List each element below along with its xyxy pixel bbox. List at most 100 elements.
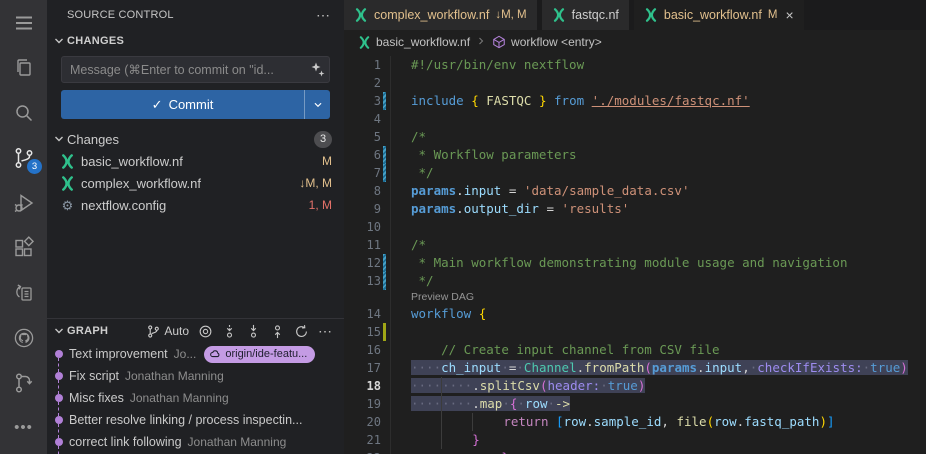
code-line[interactable]: 4 xyxy=(344,110,926,128)
code-line-content: } xyxy=(391,431,926,449)
tab-complex_workflow.nf[interactable]: complex_workflow.nf↓M, M xyxy=(344,0,537,30)
code-line[interactable]: 13 */ xyxy=(344,272,926,290)
source-control-sidebar: SOURCE CONTROL ⋯ CHANGES ✓ Commit Change… xyxy=(47,0,344,454)
codelens-preview-dag[interactable]: Preview DAG xyxy=(391,290,474,305)
push-icon[interactable] xyxy=(270,324,285,339)
commit-message-input[interactable] xyxy=(61,56,330,83)
nextflow-file-icon xyxy=(552,8,566,22)
commit-author: Jo... xyxy=(174,347,197,361)
code-line-content: ····ch_input·=·Channel.fromPath(params.i… xyxy=(391,359,926,377)
code-line[interactable]: 20 return [row.sample_id, file(row.fastq… xyxy=(344,413,926,431)
chevron-down-icon xyxy=(51,33,67,49)
line-number: 17 xyxy=(344,359,381,377)
more-actions-icon[interactable]: ••• xyxy=(0,405,47,450)
close-icon[interactable]: × xyxy=(785,8,793,22)
commit-row[interactable]: correct link followingJonathan Manning xyxy=(47,431,344,453)
code-line[interactable]: 7 */ xyxy=(344,164,926,182)
sidebar-more-icon[interactable]: ⋯ xyxy=(316,7,332,24)
scm-count-badge: 3 xyxy=(27,159,42,174)
repo-auto-picker[interactable]: Auto xyxy=(146,324,189,339)
code-line[interactable]: 11/* xyxy=(344,236,926,254)
changes-count-badge: 3 xyxy=(314,131,332,148)
commit-dot xyxy=(55,372,63,380)
file-row-nextflow.config[interactable]: ⚙nextflow.config1, M xyxy=(47,194,344,216)
code-line-content: workflow { xyxy=(391,305,926,323)
commit-author: Jonathan Manning xyxy=(130,391,229,405)
code-line[interactable]: 14workflow { xyxy=(344,305,926,323)
line-number: 7 xyxy=(344,164,381,182)
nextflow-file-icon xyxy=(644,8,658,22)
code-line[interactable]: 15 xyxy=(344,323,926,341)
file-row-complex_workflow.nf[interactable]: complex_workflow.nf↓M, M xyxy=(47,172,344,194)
pull-icon[interactable] xyxy=(246,324,261,339)
changes-tree-header[interactable]: Changes 3 xyxy=(47,128,344,150)
code-line[interactable]: 6 * Workflow parameters xyxy=(344,146,926,164)
code-line[interactable]: 10 xyxy=(344,218,926,236)
sparkle-icon[interactable] xyxy=(309,61,326,78)
changes-section-header[interactable]: CHANGES xyxy=(47,30,344,52)
commit-dot xyxy=(55,350,63,358)
extensions-icon[interactable] xyxy=(0,225,47,270)
nextflow-icon xyxy=(60,176,75,191)
menu-icon[interactable] xyxy=(0,0,47,45)
run-debug-icon[interactable] xyxy=(0,180,47,225)
commit-graph-rail xyxy=(47,409,69,431)
commit-author: Jonathan Manning xyxy=(125,369,224,383)
code-line[interactable]: 12 * Main workflow demonstrating module … xyxy=(344,254,926,272)
file-row-basic_workflow.nf[interactable]: basic_workflow.nfM xyxy=(47,150,344,172)
code-line[interactable]: 3include { FASTQC } from './modules/fast… xyxy=(344,92,926,110)
line-number: 21 xyxy=(344,431,381,449)
git-graph-icon[interactable] xyxy=(0,360,47,405)
code-line[interactable]: 2 xyxy=(344,74,926,92)
code-area[interactable]: 1#!/usr/bin/env nextflow23include { FAST… xyxy=(344,56,926,454)
code-line[interactable]: 18 ········.splitCsv(header:·true) xyxy=(344,377,926,395)
commit-message: Misc fixes xyxy=(69,391,124,405)
github-icon[interactable] xyxy=(0,315,47,360)
changes-file-list: basic_workflow.nfMcomplex_workflow.nf↓M,… xyxy=(47,150,344,216)
source-control-icon[interactable]: 3 xyxy=(0,135,47,180)
chevron-down-icon xyxy=(51,131,67,147)
line-number: 4 xyxy=(344,110,381,128)
search-icon[interactable] xyxy=(0,90,47,135)
code-line[interactable]: 5/* xyxy=(344,128,926,146)
tab-label: basic_workflow.nf xyxy=(664,8,762,22)
selection-highlight: ········.map·{·row·-> xyxy=(411,396,570,411)
selection-highlight: ········.splitCsv(header:·true) xyxy=(411,378,645,393)
code-line-content: ········.map·{·row·-> xyxy=(391,395,926,413)
commit-button-label: Commit xyxy=(169,97,214,112)
file-decoration: ↓M, M xyxy=(299,176,332,190)
code-line[interactable]: 1#!/usr/bin/env nextflow xyxy=(344,56,926,74)
commit-graph-rail xyxy=(47,431,69,453)
line-number: 22 xyxy=(344,449,381,454)
code-line[interactable]: 21 } xyxy=(344,431,926,449)
breadcrumb-symbol[interactable]: workflow <entry> xyxy=(492,35,602,49)
activity-bar: 3 ••• xyxy=(0,0,47,454)
code-line[interactable]: 9params.output_dir = 'results' xyxy=(344,200,926,218)
code-line-content: /* xyxy=(391,236,926,254)
doc-sync-icon[interactable] xyxy=(0,270,47,315)
tab-fastqc.nf[interactable]: fastqc.nf xyxy=(542,0,629,30)
code-line[interactable]: 22 } xyxy=(344,449,926,454)
code-line[interactable]: 19········.map·{·row·-> xyxy=(344,395,926,413)
commit-row[interactable]: Misc fixes Jonathan Manning xyxy=(47,387,344,409)
code-line-content: #!/usr/bin/env nextflow xyxy=(391,56,926,74)
explorer-icon[interactable] xyxy=(0,45,47,90)
code-line-content: * Workflow parameters xyxy=(391,146,926,164)
graph-more-icon[interactable]: ⋯ xyxy=(318,323,334,340)
code-line[interactable]: 17 ····ch_input·=·Channel.fromPath(params… xyxy=(344,359,926,377)
refresh-icon[interactable] xyxy=(294,324,309,339)
commit-list: Text improvementJo...origin/ide-featu...… xyxy=(47,343,344,453)
commit-row[interactable]: Better resolve linking / process inspect… xyxy=(47,409,344,431)
code-line[interactable]: 8params.input = 'data/sample_data.csv' xyxy=(344,182,926,200)
commit-dot xyxy=(55,416,63,424)
commit-dropdown-button[interactable] xyxy=(304,90,330,119)
fetch-icon[interactable] xyxy=(222,324,237,339)
code-line[interactable]: 16 // Create input channel from CSV file xyxy=(344,341,926,359)
target-icon[interactable] xyxy=(198,324,213,339)
commit-row[interactable]: Fix scriptJonathan Manning xyxy=(47,365,344,387)
commit-button[interactable]: ✓ Commit xyxy=(61,90,330,119)
breadcrumb-file[interactable]: basic_workflow.nf xyxy=(358,35,470,49)
commit-row[interactable]: Text improvementJo...origin/ide-featu... xyxy=(47,343,344,365)
tab-basic_workflow.nf[interactable]: basic_workflow.nfM× xyxy=(634,0,804,30)
line-number: 18 xyxy=(344,377,381,395)
